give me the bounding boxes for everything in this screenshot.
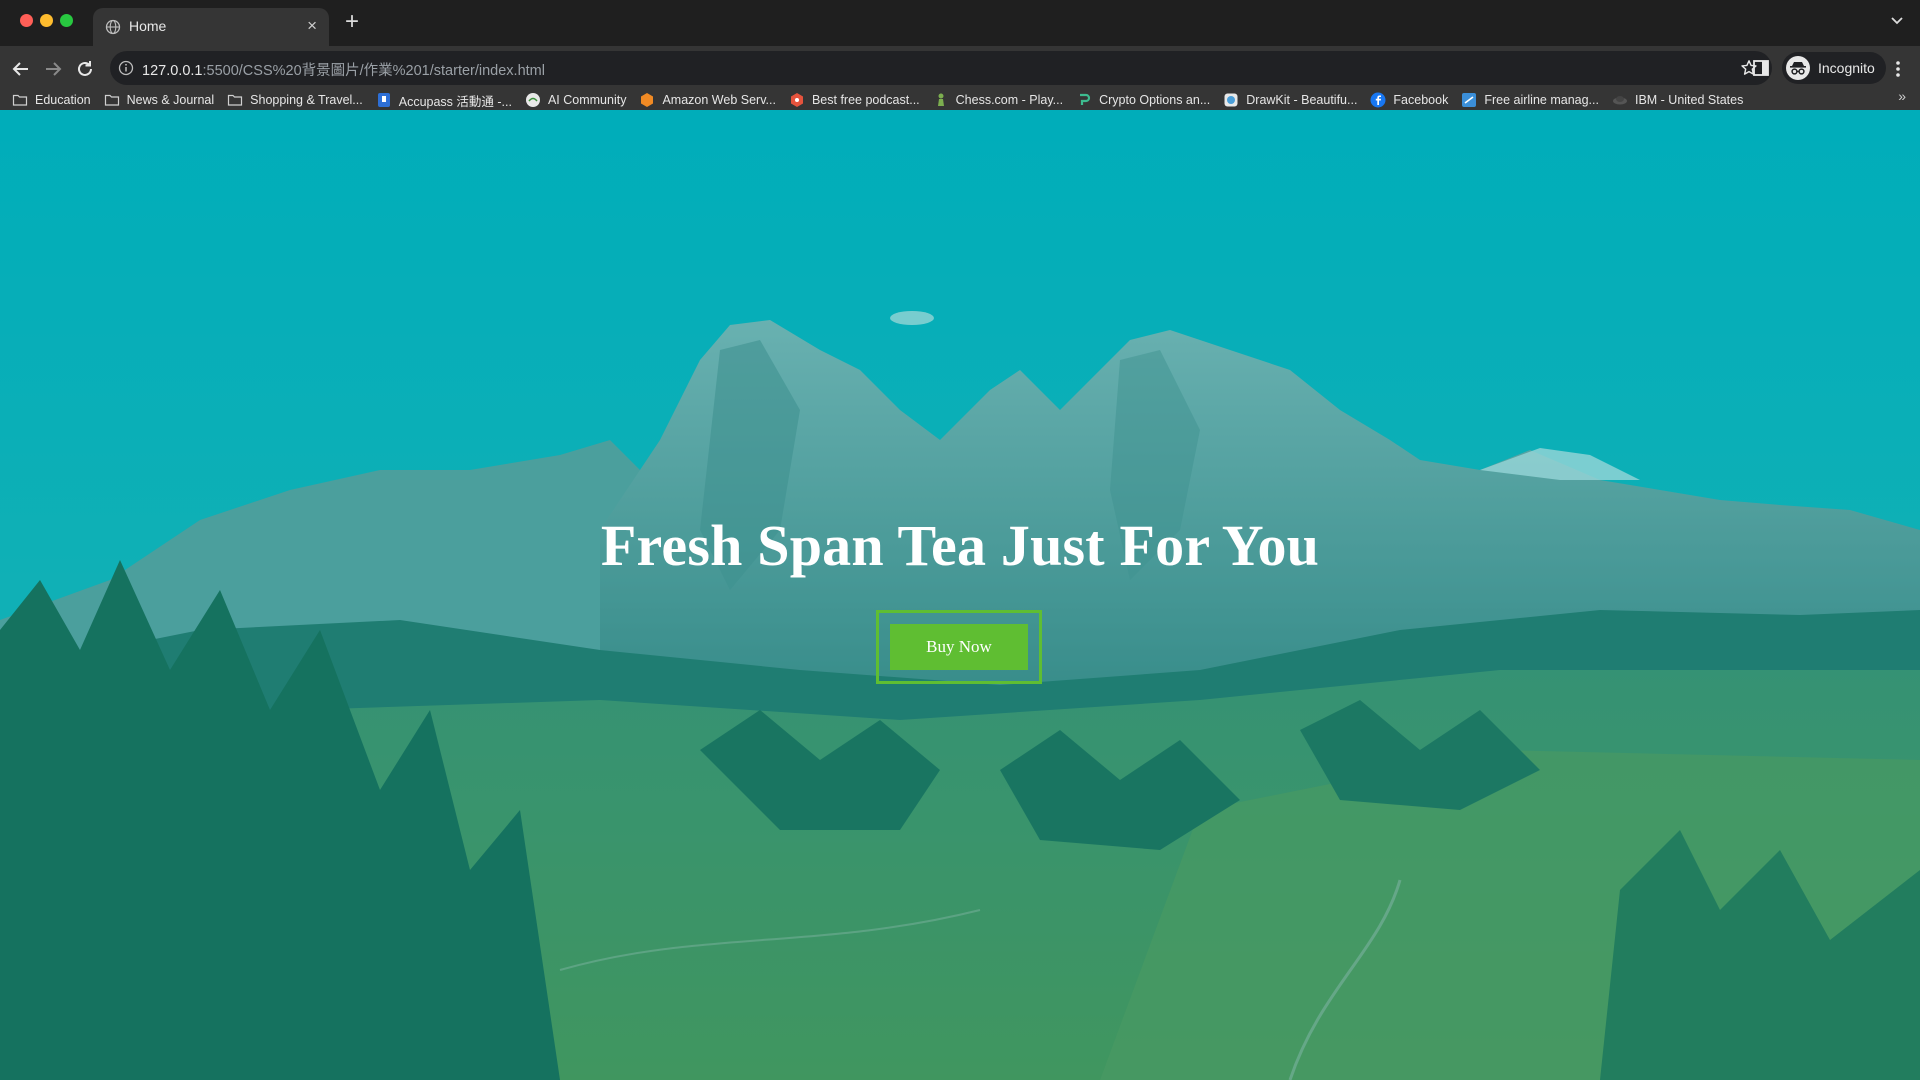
buy-now-button[interactable]: Buy Now [890,624,1028,670]
airline-icon [1461,92,1477,108]
bookmark-item[interactable]: DrawKit - Beautifu... [1223,92,1357,108]
incognito-profile-button[interactable]: Incognito [1782,52,1886,84]
folder-icon [12,92,28,108]
bookmark-label: Crypto Options an... [1099,93,1211,107]
minimize-window-button[interactable] [40,14,53,27]
bookmark-item[interactable]: Facebook [1370,92,1448,108]
back-arrow-icon[interactable] [9,57,33,81]
more-menu-icon[interactable] [1894,59,1902,79]
bookmark-item[interactable]: Amazon Web Serv... [639,92,776,108]
aws-icon [639,92,655,108]
bookmark-item[interactable]: IBM - United States [1612,92,1743,108]
bookmark-item[interactable]: AI Community [525,92,627,108]
tab-close-icon[interactable]: × [307,16,317,36]
bookmark-label: News & Journal [126,93,215,107]
bookmark-label: Education [35,93,91,107]
buy-now-outline: Buy Now [876,610,1042,684]
bookmark-label: Facebook [1393,93,1449,107]
bookmark-item[interactable]: Education [12,92,91,108]
chess-icon [933,92,949,108]
bookmark-item[interactable]: Crypto Options an... [1076,92,1210,108]
bookmark-item[interactable]: Accupass 活動通 -... [376,91,512,110]
facebook-icon [1370,92,1386,108]
bookmarks-overflow-button[interactable]: » [1898,88,1906,104]
page-viewport: Fresh Span Tea Just For You Buy Now [0,110,1920,1080]
address-bar[interactable]: 127.0.0.1:5500/CSS%20背景圖片/作業%201/starter… [110,51,1772,85]
accupass-icon [376,92,392,108]
forward-arrow-icon[interactable] [41,57,65,81]
globe-icon [105,19,121,35]
folder-icon [104,92,120,108]
bookmark-label: IBM - United States [1634,93,1744,107]
url-path: :5500/CSS%20背景圖片/作業%201/starter/index.ht… [202,63,545,79]
ibm-icon [1612,92,1628,108]
bookmark-label: Chess.com - Play... [955,93,1064,107]
folder-icon [227,92,243,108]
bookmark-label: Amazon Web Serv... [662,93,776,107]
url-host: 127.0.0.1 [142,63,203,79]
new-tab-button[interactable]: + [345,10,359,34]
ai-community-icon [525,92,541,108]
bookmark-item[interactable]: Free airline manag... [1461,92,1599,108]
hero-title: Fresh Span Tea Just For You [600,513,1320,578]
bookmark-label: AI Community [547,93,627,107]
bookmark-item[interactable]: Best free podcast... [789,92,920,108]
bookmark-label: DrawKit - Beautifu... [1246,93,1358,107]
tab-home[interactable]: Home × [93,8,329,46]
close-window-button[interactable] [20,14,33,27]
bookmark-item[interactable]: Shopping & Travel... [227,92,363,108]
podcast-icon [789,92,805,108]
chevron-down-icon[interactable] [1890,14,1904,28]
bookmark-label: Free airline manag... [1484,93,1599,107]
bookmark-item[interactable]: News & Journal [104,92,215,108]
hero-color-overlay [0,110,1920,1080]
bookmark-label: Accupass 活動通 -... [398,94,512,109]
bookmark-item[interactable]: Chess.com - Play... [933,92,1063,108]
info-icon[interactable] [118,60,134,76]
profile-label: Incognito [1818,60,1875,76]
bookmark-label: Best free podcast... [811,93,920,107]
reload-icon[interactable] [73,57,97,81]
drawkit-icon [1223,92,1239,108]
bookmark-label: Shopping & Travel... [250,93,363,107]
url-text[interactable]: 127.0.0.1:5500/CSS%20背景圖片/作業%201/starter… [142,59,545,80]
tab-title: Home [129,18,167,34]
bookmarks-bar: Education News & Journal Shopping & Travel… [0,88,1920,110]
side-panel-icon[interactable] [1752,59,1770,77]
incognito-icon [1786,56,1810,80]
crypto-icon [1076,92,1092,108]
tab-strip: Home × + [0,0,1920,46]
maximize-window-button[interactable] [60,14,73,27]
